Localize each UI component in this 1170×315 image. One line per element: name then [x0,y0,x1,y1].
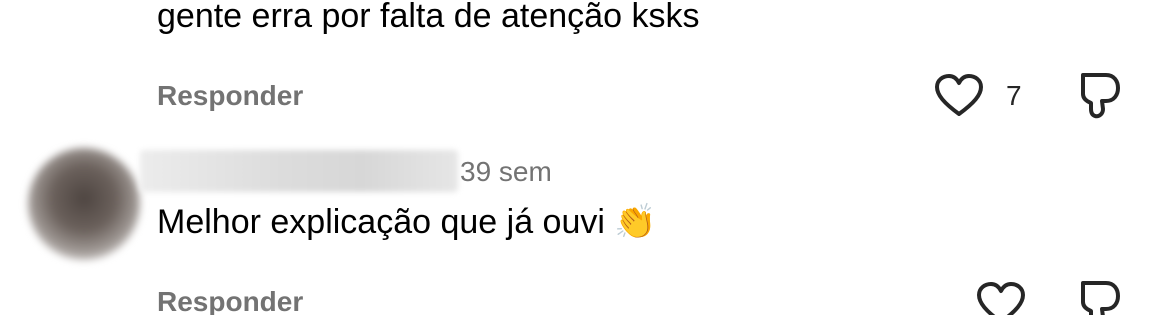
like-count: 7 [1006,80,1022,111]
like-button[interactable] [934,74,984,118]
comment-text: Melhor explicação que já ouvi 👏 [157,202,657,242]
reply-button[interactable]: Responder [157,286,303,315]
clapping-hands-emoji: 👏 [614,202,657,242]
avatar[interactable] [28,148,140,260]
username-redacted[interactable] [140,150,458,192]
comment-text: gente erra por falta de atenção ksks [157,0,700,35]
dislike-button[interactable] [1076,280,1122,315]
thumbs-down-icon [1081,73,1120,119]
heart-icon [935,74,983,116]
thumbs-down-icon [1081,281,1120,315]
reply-button[interactable]: Responder [157,80,303,112]
dislike-button[interactable] [1076,72,1122,120]
comment-timestamp: 39 sem [460,156,552,187]
comment-body: Melhor explicação que já ouvi [157,203,605,241]
heart-icon [977,282,1025,315]
like-button[interactable] [976,282,1026,315]
comments-list: gente erra por falta de atenção ksks Res… [0,0,1170,315]
